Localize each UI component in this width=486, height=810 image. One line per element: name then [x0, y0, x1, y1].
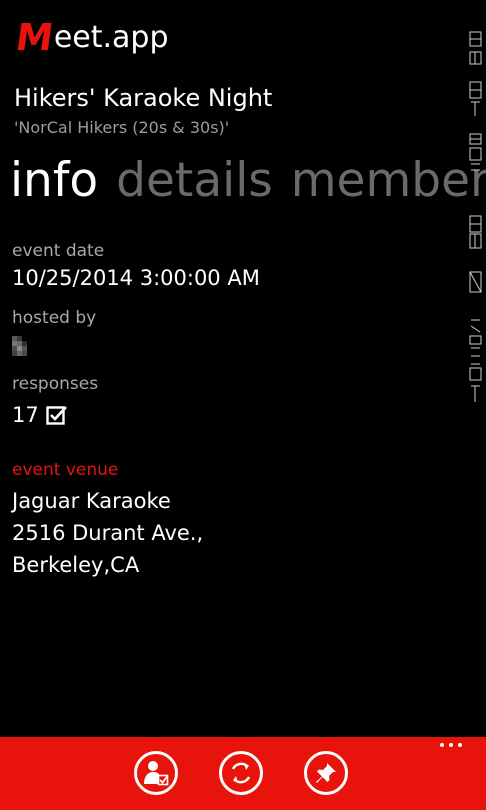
event-title: Hikers' Karaoke Night [14, 84, 273, 112]
checkbox-check-icon [46, 404, 68, 426]
tab-info[interactable]: info [10, 150, 98, 212]
group-name: 'NorCal Hikers (20s & 30s)' [14, 118, 230, 137]
venue-street: 2516 Durant Ave., [12, 521, 204, 545]
event-venue-label: event venue [12, 460, 119, 480]
scroll-indicator-strip [469, 31, 482, 402]
tab-details[interactable]: details [116, 150, 273, 212]
venue-address: Jaguar Karaoke 2516 Durant Ave., Berkele… [12, 485, 203, 581]
pivot-tabs: info details members [10, 150, 486, 214]
app-logo: M [13, 16, 56, 59]
hosted-by-label: hosted by [12, 308, 97, 328]
responses-label: responses [12, 374, 99, 394]
refresh-icon [228, 760, 254, 786]
app-name: eet.app [53, 20, 169, 55]
pin-button[interactable] [304, 751, 348, 795]
rsvp-button[interactable] [134, 751, 178, 795]
venue-city: Berkeley,CA [12, 553, 140, 577]
host-avatar[interactable] [12, 336, 32, 356]
event-date-value: 10/25/2014 3:00:00 AM [12, 266, 260, 290]
more-dots-icon[interactable] [440, 743, 462, 747]
venue-name: Jaguar Karaoke [12, 489, 171, 513]
app-bar [0, 737, 486, 810]
person-check-icon [142, 759, 170, 787]
pin-icon [313, 760, 339, 786]
event-date-label: event date [12, 241, 105, 261]
app-header: Meet.app [13, 16, 169, 59]
tab-members[interactable]: members [291, 150, 486, 212]
responses-count: 17 [12, 403, 39, 427]
responses-row: 17 [12, 402, 68, 428]
refresh-button[interactable] [219, 751, 263, 795]
